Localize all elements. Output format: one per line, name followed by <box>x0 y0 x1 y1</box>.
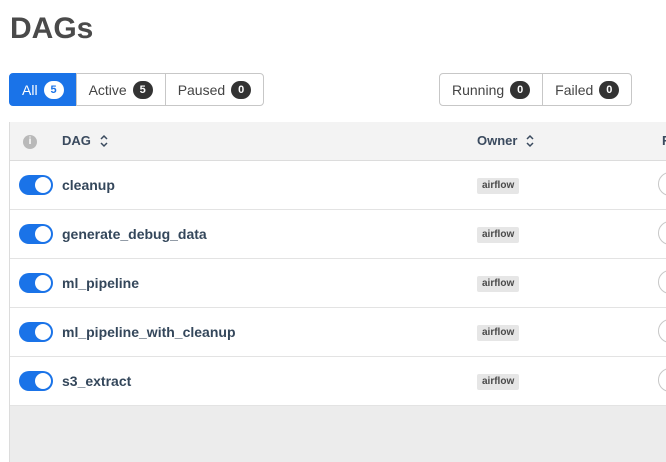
page-title: DAGs <box>10 12 94 45</box>
toggle-knob <box>35 275 51 291</box>
status-filter-group: All 5 Active 5 Paused 0 <box>9 73 265 106</box>
filter-running-count: 0 <box>510 80 531 99</box>
run-status-circle[interactable] <box>658 319 666 343</box>
toggle-knob <box>35 373 51 389</box>
sort-icon <box>100 134 108 147</box>
filter-paused-label: Paused <box>177 81 226 98</box>
owner-badge: airflow <box>477 276 520 292</box>
owner-badge: airflow <box>477 178 520 194</box>
column-header-owner[interactable]: Owner <box>477 133 535 148</box>
column-header-next[interactable]: R <box>662 133 666 148</box>
filter-all-button[interactable]: All 5 <box>9 73 77 106</box>
dag-toggle[interactable] <box>19 322 53 342</box>
table-row: s3_extract airflow <box>10 357 666 406</box>
dag-name-link[interactable]: cleanup <box>62 177 115 193</box>
filter-running-button[interactable]: Running 0 <box>439 73 544 106</box>
filter-paused-count: 0 <box>231 80 252 99</box>
column-label-owner: Owner <box>477 133 518 148</box>
filter-running-label: Running <box>452 81 505 98</box>
column-header-dag[interactable]: DAG <box>62 133 109 148</box>
dags-table: i DAG Owner R cleanup airflow generate_d… <box>9 122 666 462</box>
dag-toggle[interactable] <box>19 273 53 293</box>
table-row: ml_pipeline_with_cleanup airflow <box>10 308 666 357</box>
table-header: i DAG Owner R <box>10 122 666 161</box>
dag-name-link[interactable]: s3_extract <box>62 373 131 389</box>
toggle-knob <box>35 226 51 242</box>
column-label-dag: DAG <box>62 133 91 148</box>
table-row: generate_debug_data airflow <box>10 210 666 259</box>
run-status-circle[interactable] <box>658 221 666 245</box>
filter-failed-label: Failed <box>555 81 594 98</box>
sort-icon <box>526 134 534 147</box>
filter-failed-button[interactable]: Failed 0 <box>542 73 633 106</box>
filter-all-count: 5 <box>43 80 64 99</box>
state-filter-group: Running 0 Failed 0 <box>439 73 633 106</box>
owner-badge: airflow <box>477 227 520 243</box>
filter-active-label: Active <box>88 81 127 98</box>
dag-toggle[interactable] <box>19 371 53 391</box>
table-row: cleanup airflow <box>10 161 666 210</box>
dag-name-link[interactable]: ml_pipeline_with_cleanup <box>62 324 236 340</box>
dag-toggle[interactable] <box>19 224 53 244</box>
owner-badge: airflow <box>477 374 520 390</box>
toggle-knob <box>35 177 51 193</box>
run-status-circle[interactable] <box>658 172 666 196</box>
dag-toggle[interactable] <box>19 175 53 195</box>
info-icon[interactable]: i <box>23 135 37 149</box>
filter-failed-count: 0 <box>599 80 620 99</box>
filter-paused-button[interactable]: Paused 0 <box>164 73 265 106</box>
owner-badge: airflow <box>477 325 520 341</box>
dag-name-link[interactable]: generate_debug_data <box>62 226 207 242</box>
toggle-knob <box>35 324 51 340</box>
run-status-circle[interactable] <box>658 270 666 294</box>
run-status-circle[interactable] <box>658 368 666 392</box>
dag-name-link[interactable]: ml_pipeline <box>62 275 139 291</box>
filter-active-button[interactable]: Active 5 <box>75 73 166 106</box>
filter-active-count: 5 <box>132 80 153 99</box>
filter-all-label: All <box>22 81 38 98</box>
table-row: ml_pipeline airflow <box>10 259 666 308</box>
